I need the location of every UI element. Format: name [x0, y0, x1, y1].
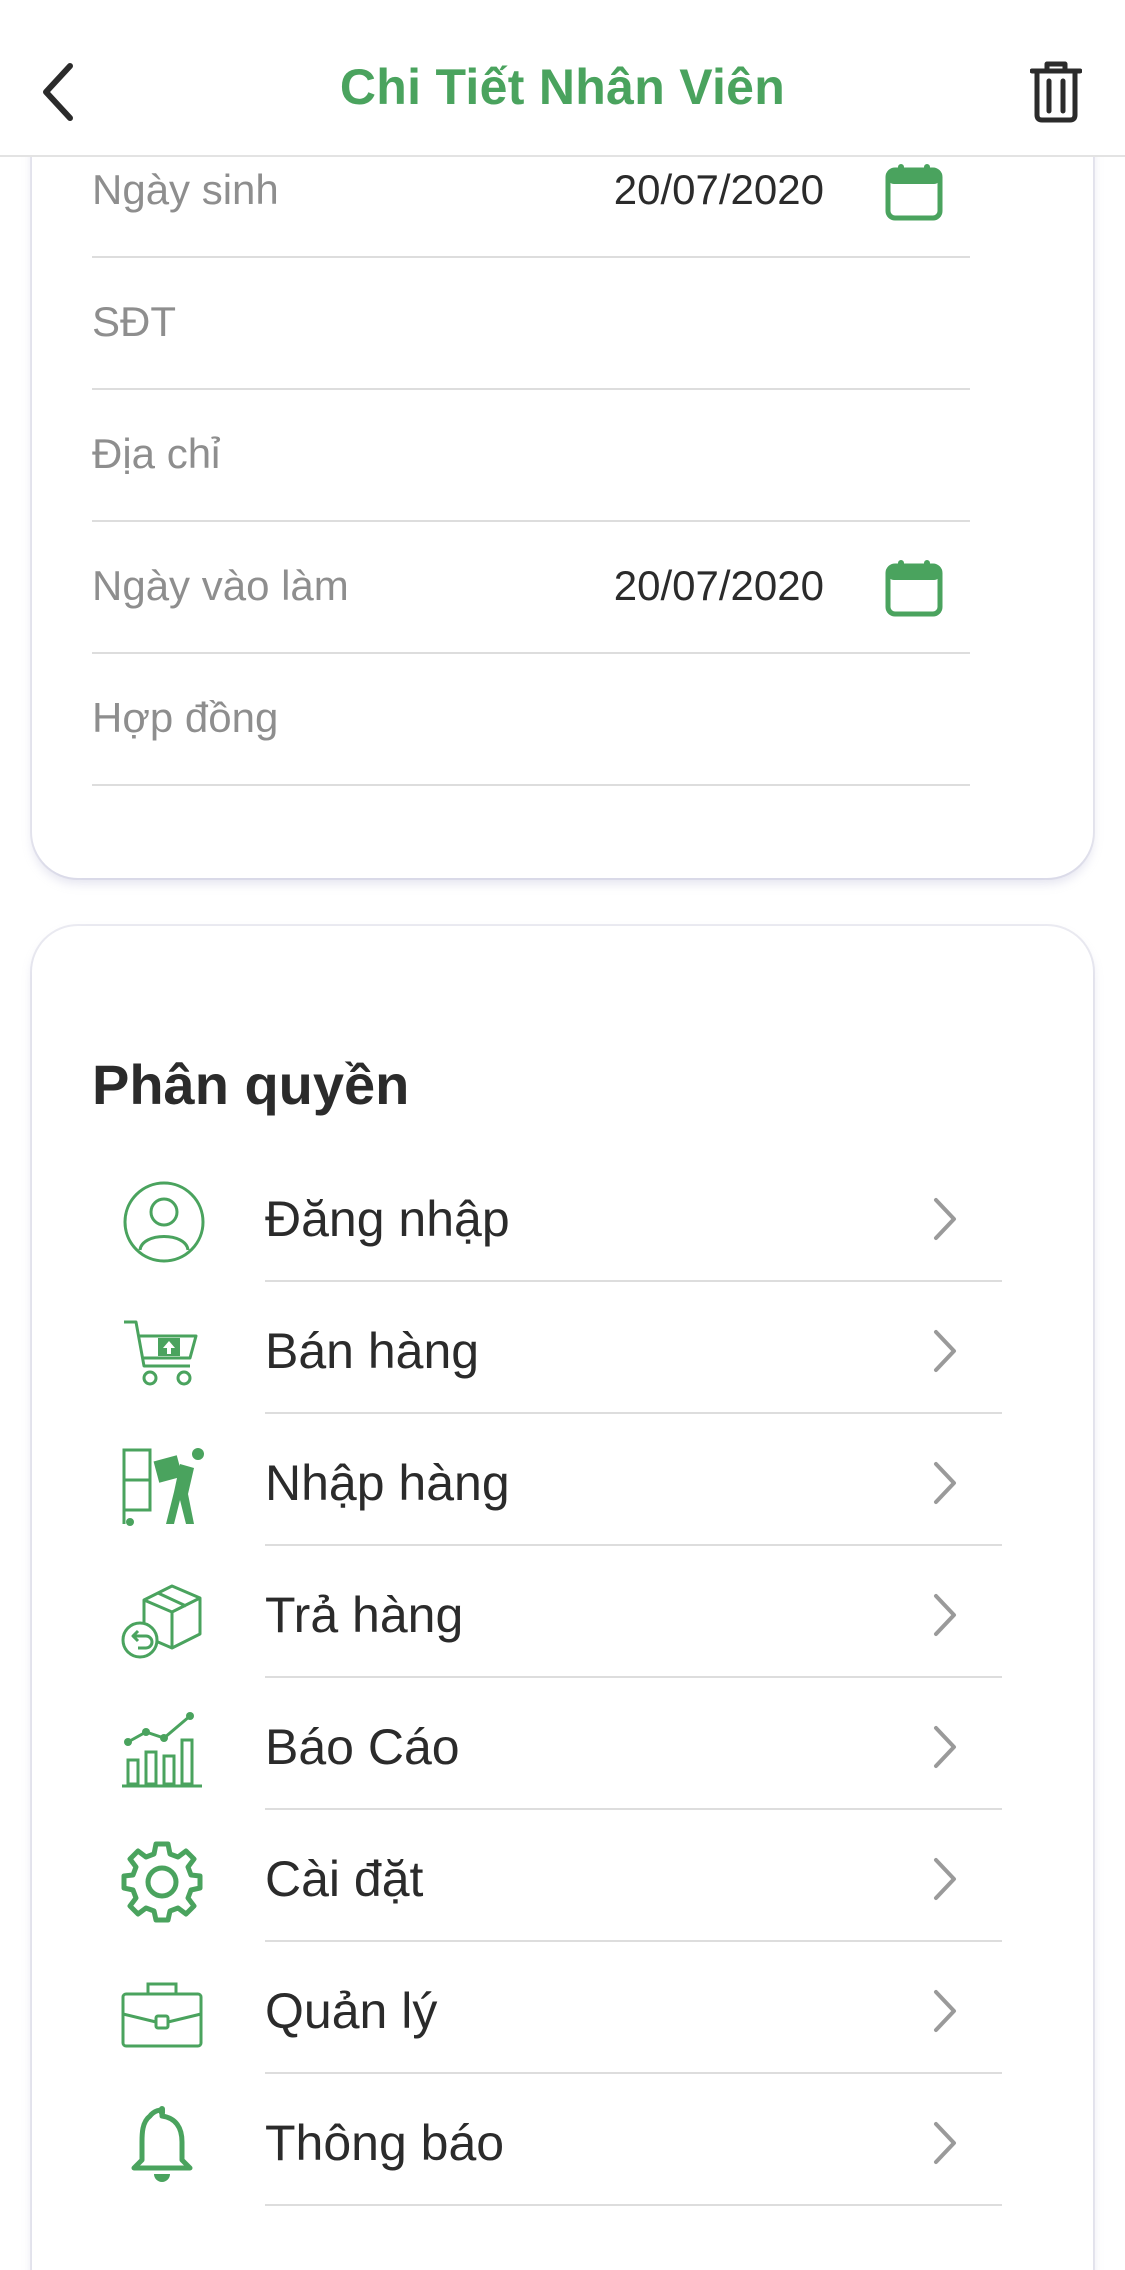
- address-field[interactable]: Địa chỉ: [92, 390, 970, 522]
- contract-label: Hợp đồng: [92, 694, 279, 741]
- permission-item-report[interactable]: Báo Cáo: [92, 1678, 1002, 1810]
- bell-icon: [131, 2106, 193, 2182]
- chevron-right-icon: [934, 1594, 956, 1636]
- contract-field[interactable]: Hợp đồng: [92, 654, 970, 786]
- address-label: Địa chỉ: [92, 430, 221, 477]
- chevron-right-icon: [934, 1462, 956, 1504]
- permission-item-settings[interactable]: Cài đặt: [92, 1810, 1002, 1942]
- permission-label: Báo Cáo: [265, 1719, 460, 1775]
- permission-item-return[interactable]: Trả hàng: [92, 1546, 1002, 1678]
- chevron-right-icon: [934, 1726, 956, 1768]
- employee-detail-screen: Ngày sinh 20/07/2020 SĐT Địa chỉ Ngày và…: [0, 0, 1125, 2270]
- permission-label: Quản lý: [265, 1983, 438, 2039]
- briefcase-icon: [121, 1982, 203, 2048]
- permission-label: Trả hàng: [265, 1587, 464, 1643]
- calendar-icon[interactable]: [884, 558, 944, 618]
- permission-label: Thông báo: [265, 2115, 505, 2171]
- return-box-icon: [121, 1584, 202, 1659]
- chart-icon: [122, 1712, 202, 1788]
- start-date-value[interactable]: 20/07/2020: [614, 562, 824, 610]
- delivery-worker-icon: [122, 1448, 204, 1526]
- permission-item-import[interactable]: Nhập hàng: [92, 1414, 1002, 1546]
- chevron-right-icon: [934, 2122, 956, 2164]
- permission-label: Cài đặt: [265, 1851, 424, 1907]
- divider: [265, 2204, 1002, 2206]
- permission-label: Nhập hàng: [265, 1455, 510, 1511]
- chevron-right-icon: [934, 1330, 956, 1372]
- shopping-cart-icon: [124, 1320, 198, 1386]
- start-date-label: Ngày vào làm: [92, 562, 349, 609]
- permission-label: Đăng nhập: [265, 1191, 510, 1247]
- phone-label: SĐT: [92, 298, 176, 345]
- chevron-right-icon: [934, 1198, 956, 1240]
- page-title: Chi Tiết Nhân Viên: [339, 59, 786, 115]
- chevron-right-icon: [934, 1858, 956, 1900]
- permissions-title: Phân quyền: [92, 1053, 410, 1116]
- phone-field[interactable]: SĐT: [92, 258, 970, 390]
- permission-item-management[interactable]: Quản lý: [92, 1942, 1002, 2074]
- chevron-right-icon: [934, 1990, 956, 2032]
- permission-item-sales[interactable]: Bán hàng: [92, 1282, 1002, 1414]
- delete-button[interactable]: [1024, 56, 1088, 128]
- permission-label: Bán hàng: [265, 1323, 480, 1379]
- user-circle-icon: [123, 1181, 205, 1263]
- gear-icon: [121, 1841, 203, 1923]
- permission-item-login[interactable]: Đăng nhập: [92, 1150, 1002, 1282]
- calendar-icon[interactable]: [884, 162, 944, 222]
- trash-icon: [1030, 61, 1082, 123]
- start-date-field[interactable]: Ngày vào làm 20/07/2020: [92, 522, 970, 654]
- nav-header: Chi Tiết Nhân Viên: [0, 0, 1125, 157]
- birthday-value[interactable]: 20/07/2020: [614, 166, 824, 214]
- permission-item-notifications[interactable]: Thông báo: [92, 2074, 1002, 2206]
- birthday-label: Ngày sinh: [92, 166, 279, 213]
